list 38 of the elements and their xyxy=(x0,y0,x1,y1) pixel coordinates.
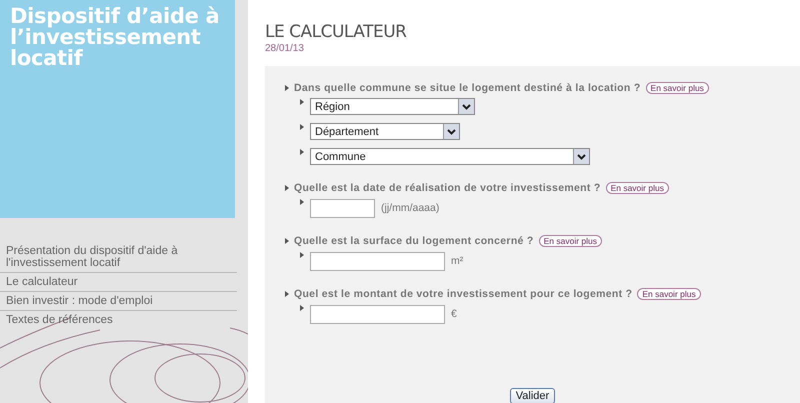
input-field[interactable] xyxy=(310,305,445,324)
bullet-icon xyxy=(300,99,304,105)
more-info-link[interactable]: En savoir plus xyxy=(538,235,602,247)
question-label: Quelle est la surface du logement concerné ? xyxy=(294,235,534,247)
bullet-icon xyxy=(285,185,289,191)
question-label: Quelle est la date de réalisation de votre investissement ? xyxy=(294,182,601,194)
dropdown[interactable]: Département xyxy=(310,123,460,140)
more-info-link[interactable]: En savoir plus xyxy=(637,288,701,300)
question-label: Dans quelle commune se situe le logement destiné à la location ? xyxy=(294,82,641,94)
bullet-icon xyxy=(300,124,304,130)
bullet-icon xyxy=(300,305,304,311)
page-title: LE CALCULATEUR xyxy=(265,22,408,42)
unit-label: m² xyxy=(451,255,464,267)
bullet-icon xyxy=(300,199,304,205)
sidebar-link[interactable]: Bien investir : mode d'emploi xyxy=(0,292,237,311)
bullet-icon xyxy=(285,85,289,91)
chevron-down-icon xyxy=(577,154,586,160)
page-date: 28/01/13 xyxy=(265,43,305,54)
bullet-icon xyxy=(300,149,304,155)
unit-label: (jj/mm/aaaa) xyxy=(381,202,440,214)
chevron-down-icon xyxy=(462,104,471,110)
input-field[interactable] xyxy=(310,199,375,218)
more-info-link[interactable]: En savoir plus xyxy=(646,82,709,94)
question-label: Quel est le montant de votre investissement pour ce logement ? xyxy=(294,288,632,300)
input-field[interactable] xyxy=(310,252,445,271)
dropdown[interactable]: Commune xyxy=(310,148,590,165)
site-title: Dispositif d’aide à l’investissement locatif xyxy=(10,6,220,69)
unit-label: € xyxy=(451,308,457,320)
sidebar-link[interactable]: Présentation du dispositif d'aide à l'investissement locatif xyxy=(0,242,237,273)
dropdown[interactable]: Région xyxy=(310,98,475,115)
submit-button[interactable]: Valider xyxy=(510,388,556,403)
bullet-icon xyxy=(300,252,304,258)
chevron-down-icon xyxy=(447,128,456,134)
sidebar-link[interactable]: Textes de références xyxy=(0,311,237,329)
sidebar-link[interactable]: Le calculateur xyxy=(0,273,237,292)
bullet-icon xyxy=(285,238,289,244)
bullet-icon xyxy=(285,291,289,297)
more-info-link[interactable]: En savoir plus xyxy=(606,182,669,194)
